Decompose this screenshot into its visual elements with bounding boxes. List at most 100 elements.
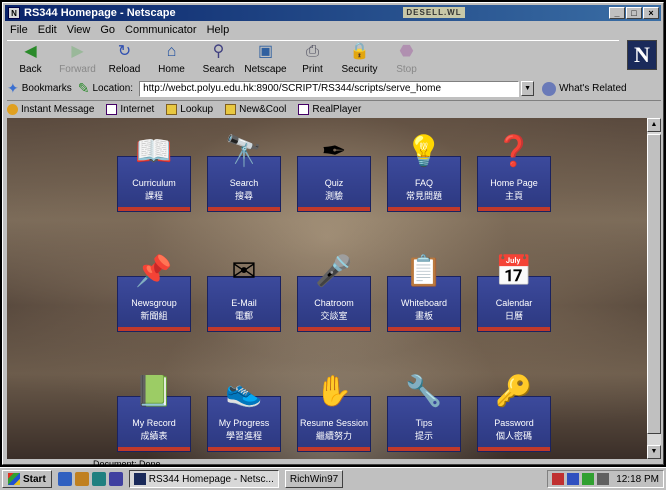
- forward-arrow-icon: ▶: [71, 43, 84, 60]
- outlook-icon[interactable]: [74, 472, 89, 486]
- toolbar-label: Forward: [59, 64, 96, 75]
- tray-icon-2[interactable]: [567, 473, 580, 485]
- reload-button[interactable]: ↻ Reload: [101, 41, 148, 77]
- open-book-icon: 📖: [135, 135, 173, 168]
- personal-item-label: New&Cool: [239, 103, 287, 115]
- security-button[interactable]: 🔒 Security: [336, 41, 383, 77]
- print-button[interactable]: ⎙ Print: [289, 41, 336, 77]
- personal-item-label: Instant Message: [21, 103, 95, 115]
- browser-window: N RS344 Homepage - Netscape DESELL.WL _ …: [2, 2, 664, 469]
- tile-chatroom[interactable]: 🎤 Chatroom 交談室: [297, 257, 371, 332]
- tile-e-mail[interactable]: ✉ E-Mail 電郵: [207, 257, 281, 332]
- menu-file[interactable]: File: [5, 24, 33, 36]
- tile-whiteboard[interactable]: 📋 Whiteboard 畫板: [387, 257, 461, 332]
- tile-curriculum[interactable]: 📖 Curriculum 課程: [117, 137, 191, 212]
- tile-label-en: My Progress: [218, 418, 270, 428]
- task-netscape[interactable]: RS344 Homepage - Netsc...: [128, 470, 279, 488]
- tile-quiz[interactable]: ✒ Quiz 測驗: [297, 137, 371, 212]
- tile-label-en: E-Mail: [231, 298, 257, 308]
- menu-help[interactable]: Help: [202, 24, 235, 36]
- back-arrow-icon: ◀: [24, 43, 37, 60]
- maximize-button[interactable]: □: [626, 7, 642, 19]
- task-richwin[interactable]: RichWin97: [284, 470, 344, 488]
- search-button[interactable]: ⚲ Search: [195, 41, 242, 77]
- tile-tips[interactable]: 🔧 Tips 提示: [387, 377, 461, 452]
- minimize-button[interactable]: _: [609, 7, 625, 19]
- tile-label-en: Newsgroup: [131, 298, 177, 308]
- personal-item-label: RealPlayer: [312, 103, 362, 115]
- pen-icon: ✒: [321, 135, 347, 168]
- netscape-app-icon: N: [8, 7, 20, 19]
- scroll-down-button[interactable]: ▼: [647, 445, 661, 459]
- task-label: RichWin97: [289, 473, 339, 485]
- personal-item-newcool[interactable]: New&Cool: [225, 103, 287, 115]
- tile-label-zh: 日曆: [504, 311, 523, 321]
- binoculars-icon: 🔭: [225, 135, 263, 168]
- vertical-scrollbar[interactable]: ▲ ▼: [647, 118, 661, 459]
- tile-home-page[interactable]: ❓ Home Page 主頁: [477, 137, 551, 212]
- menu-bar: File Edit View Go Communicator Help: [5, 22, 234, 38]
- personal-item-internet[interactable]: Internet: [106, 103, 155, 115]
- tile-label-zh: 常見問題: [405, 191, 442, 201]
- tile-label-zh: 新聞組: [140, 311, 168, 321]
- menu-view[interactable]: View: [62, 24, 96, 36]
- tile-faq[interactable]: 💡 FAQ 常見問題: [387, 137, 461, 212]
- home-button[interactable]: ⌂ Home: [148, 41, 195, 77]
- tile-label-en: Chatroom: [314, 298, 354, 308]
- tile-label-zh: 提示: [414, 431, 433, 441]
- menu-edit[interactable]: Edit: [33, 24, 62, 36]
- stop-button[interactable]: ⬣ Stop: [383, 41, 430, 77]
- netscape-button[interactable]: ▣ Netscape: [242, 41, 289, 77]
- menu-communicator[interactable]: Communicator: [120, 24, 202, 36]
- reload-icon: ↻: [117, 43, 132, 60]
- tile-resume-session[interactable]: ✋ Resume Session 繼續努力: [297, 377, 371, 452]
- tray-icon-3[interactable]: [582, 473, 595, 485]
- location-icon: ✎: [77, 80, 90, 96]
- system-tray: 12:18 PM: [547, 470, 664, 488]
- scroll-thumb[interactable]: [647, 134, 661, 434]
- url-dropdown-button[interactable]: ▼: [521, 81, 535, 96]
- title-badge: DESELL.WL: [403, 7, 465, 18]
- task-label: RS344 Homepage - Netsc...: [148, 473, 274, 485]
- scroll-up-button[interactable]: ▲: [647, 118, 661, 132]
- search-icon: ⚲: [212, 43, 225, 60]
- tile-search[interactable]: 🔭 Search 搜尋: [207, 137, 281, 212]
- personal-item-realplayer[interactable]: RealPlayer: [298, 103, 362, 115]
- desktop-icon[interactable]: [91, 472, 106, 486]
- tile-my-record[interactable]: 📗 My Record 成績表: [117, 377, 191, 452]
- tile-label-en: FAQ: [414, 178, 433, 188]
- toolbar-label: Security: [341, 64, 378, 75]
- personal-item-lookup[interactable]: Lookup: [166, 103, 213, 115]
- whats-related-button[interactable]: What's Related: [542, 81, 627, 96]
- location-bar: ✦ Bookmarks ✎ Location: http://webct.pol…: [7, 79, 661, 98]
- tile-newsgroup[interactable]: 📌 Newsgroup 新聞組: [117, 257, 191, 332]
- tile-label-zh: 測驗: [324, 191, 343, 201]
- toolbar-label: Stop: [396, 64, 417, 75]
- start-button[interactable]: Start: [2, 470, 52, 488]
- channels-icon[interactable]: [108, 472, 123, 486]
- volume-icon[interactable]: [597, 473, 610, 485]
- close-button[interactable]: ×: [643, 7, 659, 19]
- bookmarks-button[interactable]: Bookmarks: [22, 83, 72, 94]
- pushpin-icon: 📌: [135, 255, 173, 288]
- ie-icon[interactable]: [57, 472, 72, 486]
- tile-password[interactable]: 🔑 Password 個人密碼: [477, 377, 551, 452]
- whats-related-icon: [542, 81, 557, 96]
- window-controls: _ □ ×: [609, 7, 659, 19]
- menu-go[interactable]: Go: [95, 24, 120, 36]
- tile-label-zh: 成績表: [140, 431, 168, 441]
- forward-button[interactable]: ▶ Forward: [54, 41, 101, 77]
- windows-logo-icon: [8, 473, 20, 485]
- tile-my-progress[interactable]: 👟 My Progress 學習進程: [207, 377, 281, 452]
- back-button[interactable]: ◀ Back: [7, 41, 54, 77]
- whiteboard-icon: 📋: [405, 255, 443, 288]
- url-input[interactable]: http://webct.polyu.edu.hk:8900/SCRIPT/RS…: [139, 80, 520, 97]
- title-bar[interactable]: N RS344 Homepage - Netscape DESELL.WL _ …: [5, 5, 661, 21]
- personal-item-instant-message[interactable]: Instant Message: [7, 103, 95, 115]
- tile-label-zh: 課程: [144, 191, 163, 201]
- start-label: Start: [23, 473, 46, 485]
- tray-icon-1[interactable]: [552, 473, 565, 485]
- netscape-logo[interactable]: N: [627, 40, 657, 70]
- personal-item-label: Internet: [120, 103, 155, 115]
- tile-calendar[interactable]: 📅 Calendar 日曆: [477, 257, 551, 332]
